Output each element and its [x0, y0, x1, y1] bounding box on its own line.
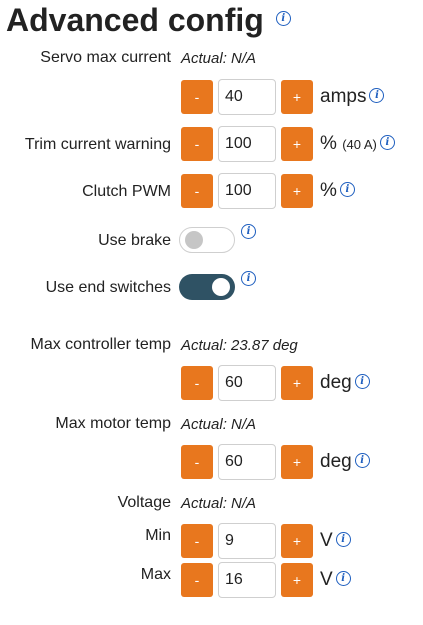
trim-current-warning-unit: % (40 A) i: [320, 133, 395, 155]
servo-max-current-decrement-button[interactable]: -: [181, 80, 213, 114]
voltage-max-input[interactable]: [218, 562, 276, 598]
use-brake-toggle[interactable]: [179, 227, 235, 253]
info-icon[interactable]: i: [379, 135, 395, 151]
voltage-min-label: Min: [145, 527, 171, 544]
clutch-pwm-increment-button[interactable]: +: [281, 174, 313, 208]
clutch-pwm-label: Clutch PWM: [82, 183, 171, 200]
voltage-max-unit: Vi: [320, 569, 351, 591]
trim-current-warning-input[interactable]: [218, 126, 276, 162]
max-motor-temp-label: Max motor temp: [55, 415, 171, 432]
max-controller-temp-unit: deg i: [320, 372, 370, 394]
max-controller-temp-increment-button[interactable]: +: [281, 366, 313, 400]
voltage-max-label: Max: [140, 566, 171, 583]
trim-current-warning-decrement-button[interactable]: -: [181, 127, 213, 161]
info-icon[interactable]: i: [335, 532, 351, 548]
info-icon[interactable]: i: [241, 224, 256, 239]
servo-max-current-stepper: - + ampsi: [181, 79, 385, 115]
max-controller-temp-stepper: - + degi: [181, 365, 370, 401]
max-motor-temp-decrement-button[interactable]: -: [181, 445, 213, 479]
servo-max-current-increment-button[interactable]: +: [281, 80, 313, 114]
servo-max-current-actual: Actual: N/A: [181, 50, 257, 67]
voltage-max-stepper: - + Vi: [181, 562, 351, 598]
clutch-pwm-stepper: - + %i: [181, 173, 355, 209]
info-icon[interactable]: i: [241, 271, 256, 286]
voltage-min-input[interactable]: [218, 523, 276, 559]
trim-current-warning-note: (40 A): [342, 137, 377, 152]
info-icon[interactable]: i: [354, 453, 370, 469]
info-icon[interactable]: i: [335, 571, 351, 587]
info-icon[interactable]: i: [339, 182, 355, 198]
max-controller-temp-decrement-button[interactable]: -: [181, 366, 213, 400]
info-icon[interactable]: i: [369, 88, 385, 104]
max-motor-temp-actual: Actual: N/A: [181, 416, 257, 433]
toggle-knob: [185, 231, 203, 249]
voltage-max-increment-button[interactable]: +: [281, 563, 313, 597]
voltage-min-unit: Vi: [320, 530, 351, 552]
toggle-knob: [212, 278, 230, 296]
clutch-pwm-decrement-button[interactable]: -: [181, 174, 213, 208]
use-end-switches-toggle[interactable]: [179, 274, 235, 300]
voltage-min-stepper: - + Vi: [181, 523, 351, 559]
servo-max-current-label: Servo max current: [40, 49, 171, 66]
voltage-max-decrement-button[interactable]: -: [181, 563, 213, 597]
use-brake-label: Use brake: [98, 232, 171, 249]
max-controller-temp-label: Max controller temp: [30, 336, 172, 353]
max-motor-temp-increment-button[interactable]: +: [281, 445, 313, 479]
voltage-actual: Actual: N/A: [181, 495, 257, 512]
info-icon[interactable]: i: [275, 11, 291, 27]
max-motor-temp-unit: deg i: [320, 451, 370, 473]
trim-current-warning-increment-button[interactable]: +: [281, 127, 313, 161]
trim-current-warning-label: Trim current warning: [24, 136, 171, 153]
max-motor-temp-input[interactable]: [218, 444, 276, 480]
servo-max-current-unit: amps i: [320, 86, 385, 108]
servo-max-current-input[interactable]: [218, 79, 276, 115]
voltage-label: Voltage: [117, 494, 171, 511]
clutch-pwm-unit: % i: [320, 180, 355, 202]
voltage-min-decrement-button[interactable]: -: [181, 524, 213, 558]
voltage-min-increment-button[interactable]: +: [281, 524, 313, 558]
page-title: Advanced config i: [6, 2, 291, 39]
info-icon[interactable]: i: [354, 374, 370, 390]
clutch-pwm-input[interactable]: [218, 173, 276, 209]
use-end-switches-label: Use end switches: [45, 279, 171, 296]
max-controller-temp-input[interactable]: [218, 365, 276, 401]
max-controller-temp-actual: Actual: 23.87 deg: [181, 337, 298, 354]
max-motor-temp-stepper: - + degi: [181, 444, 370, 480]
trim-current-warning-stepper: - + % (40 A)i: [181, 126, 395, 162]
